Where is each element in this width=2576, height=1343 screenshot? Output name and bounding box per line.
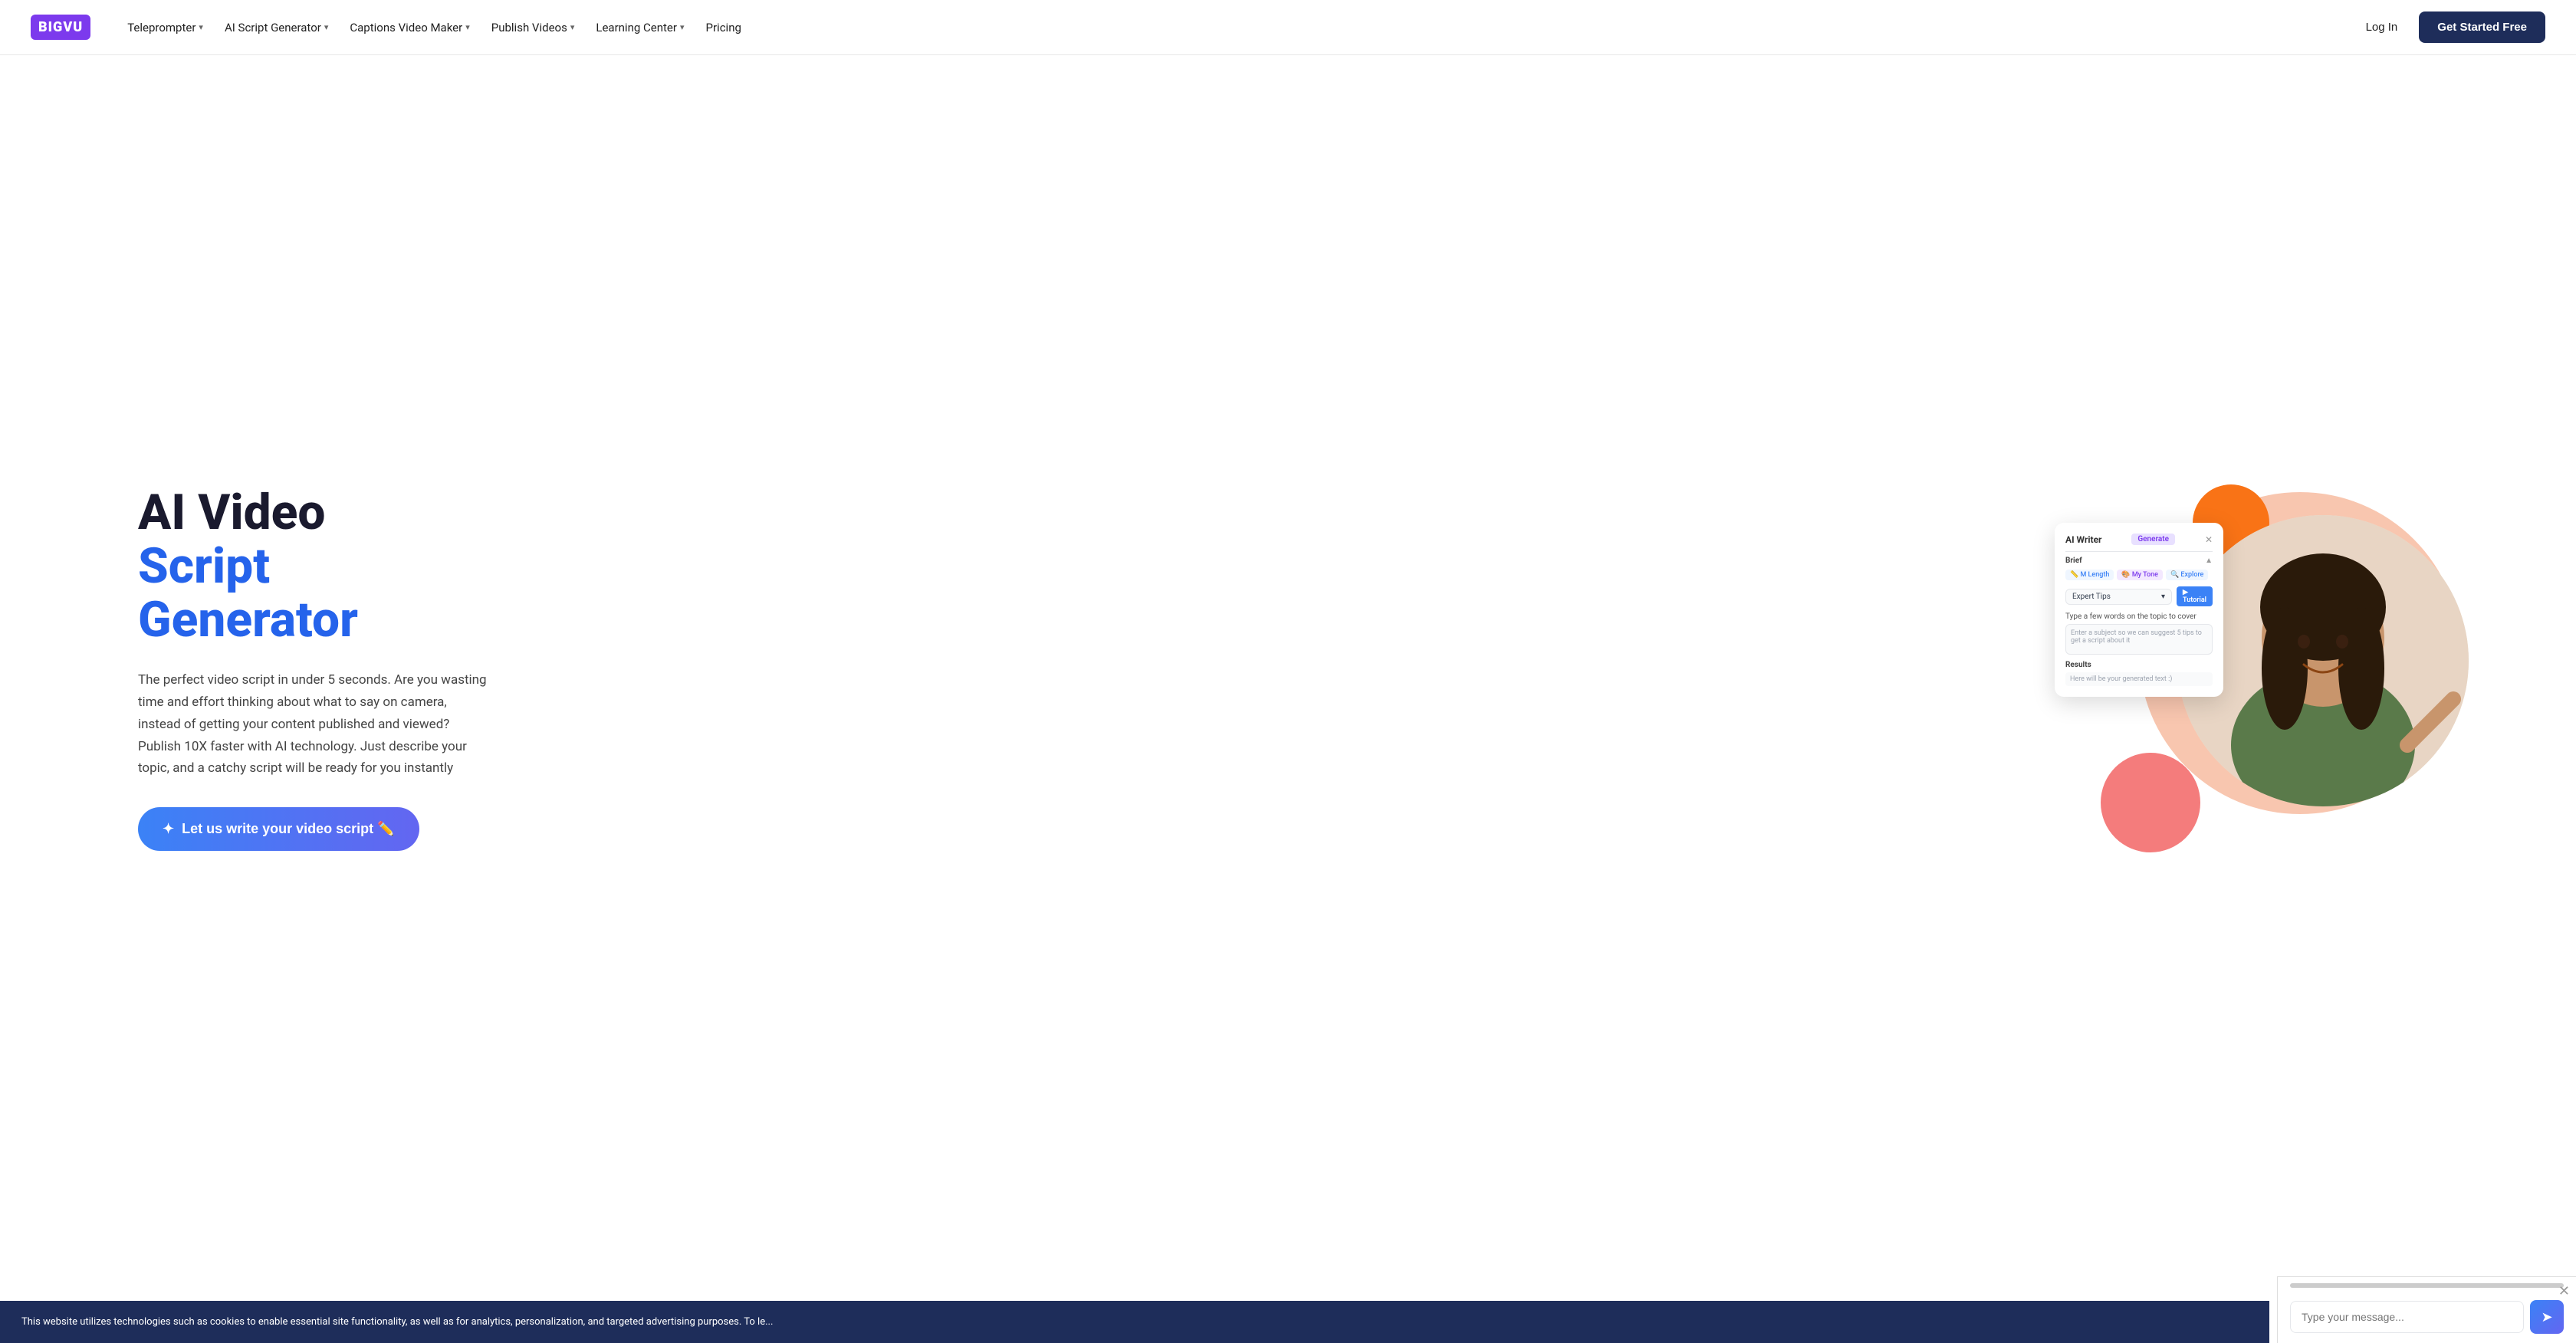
chevron-down-icon: ▾	[680, 22, 685, 32]
hero-cta-button[interactable]: ✦ Let us write your video script ✏️	[138, 807, 419, 851]
chevron-down-icon: ▾	[324, 22, 329, 32]
hero-title-line2: Script	[138, 537, 270, 595]
sparkle-icon: ✦	[163, 821, 174, 837]
hero-right: AI Writer Generate ✕ Brief ▲ 📏 M Length …	[2039, 477, 2484, 860]
tutorial-button[interactable]: ▶ Tutorial	[2177, 586, 2213, 606]
login-button[interactable]: Log In	[2357, 15, 2407, 40]
chevron-up-icon: ▲	[2205, 557, 2213, 565]
logo[interactable]: BIGVU	[31, 15, 90, 40]
hero-section: AI Video Script Generator The perfect vi…	[0, 55, 2576, 1297]
tone-tag[interactable]: 🎨 My Tone	[2117, 570, 2163, 580]
chat-send-button[interactable]: ➤	[2530, 1300, 2564, 1334]
chat-input[interactable]	[2290, 1301, 2524, 1333]
chat-widget: ✕ ➤	[2277, 1276, 2576, 1343]
cta-label: Let us write your video script ✏️	[182, 821, 394, 837]
get-started-button[interactable]: Get Started Free	[2419, 11, 2545, 43]
topic-input[interactable]: Enter a subject so we can suggest 5 tips…	[2065, 624, 2213, 655]
nav-item-learning[interactable]: Learning Center ▾	[586, 15, 693, 41]
ai-tag-group: 📏 M Length 🎨 My Tone 🔍 Explore	[2065, 570, 2213, 580]
hero-title-line1: AI Video	[138, 484, 325, 541]
chevron-down-icon: ▾	[570, 22, 575, 32]
nav-item-teleprompter[interactable]: Teleprompter ▾	[118, 15, 212, 41]
chat-close-button[interactable]: ✕	[2558, 1283, 2570, 1299]
nav-item-publish[interactable]: Publish Videos ▾	[482, 15, 584, 41]
ai-writer-card: AI Writer Generate ✕ Brief ▲ 📏 M Length …	[2055, 523, 2223, 697]
length-tag[interactable]: 📏 M Length	[2065, 570, 2114, 580]
nav-item-captions[interactable]: Captions Video Maker ▾	[340, 15, 478, 41]
chevron-down-icon: ▾	[2161, 593, 2165, 601]
results-text: Here will be your generated text :)	[2065, 672, 2213, 686]
hero-title-line3: Generator	[138, 591, 358, 649]
nav-links: Teleprompter ▾ AI Script Generator ▾ Cap…	[118, 15, 2356, 41]
hero-left: AI Video Script Generator The perfect vi…	[138, 486, 491, 852]
chevron-down-icon: ▾	[199, 22, 203, 32]
results-label: Results	[2065, 661, 2213, 669]
nav-actions: Log In Get Started Free	[2357, 11, 2545, 43]
expert-tips-select[interactable]: Expert Tips ▾	[2065, 589, 2172, 605]
ai-card-title: AI Writer	[2065, 534, 2101, 545]
navbar: BIGVU Teleprompter ▾ AI Script Generator…	[0, 0, 2576, 55]
topic-label: Type a few words on the topic to cover	[2065, 612, 2213, 621]
chat-input-row: ➤	[2278, 1291, 2576, 1343]
hero-description: The perfect video script in under 5 seco…	[138, 669, 491, 780]
nav-item-ai-script[interactable]: AI Script Generator ▾	[215, 15, 337, 41]
chat-scrollbar[interactable]	[2290, 1283, 2564, 1288]
deco-circle-red	[2101, 753, 2200, 852]
ai-generate-button[interactable]: Generate	[2131, 534, 2175, 545]
brief-label: Brief ▲	[2065, 557, 2213, 565]
send-icon: ➤	[2541, 1309, 2552, 1325]
explore-tag[interactable]: 🔍 Explore	[2166, 570, 2208, 580]
cookie-banner: This website utilizes technologies such …	[0, 1301, 2269, 1343]
nav-item-pricing[interactable]: Pricing	[697, 15, 751, 41]
close-icon[interactable]: ✕	[2205, 534, 2213, 545]
chevron-down-icon: ▾	[465, 22, 470, 32]
